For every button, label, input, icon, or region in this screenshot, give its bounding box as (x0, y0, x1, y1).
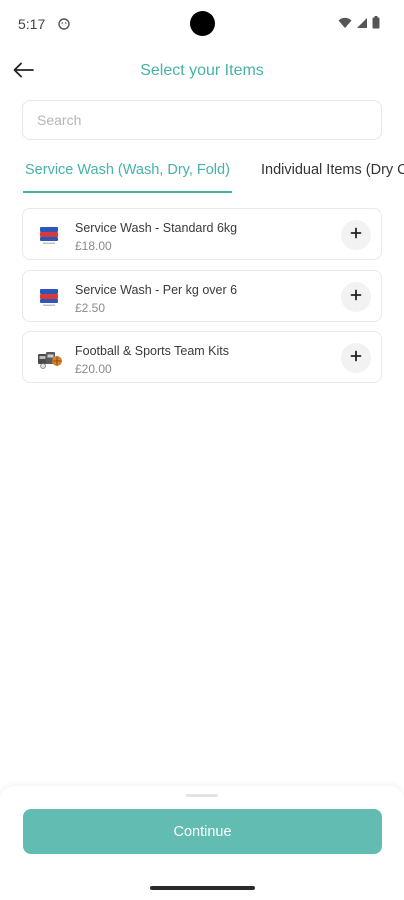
item-price: £2.50 (75, 300, 106, 315)
header: Select your Items (0, 52, 404, 92)
plus-icon (350, 349, 362, 367)
camera-cutout (190, 11, 215, 36)
face-icon (58, 17, 70, 30)
plus-icon (350, 226, 362, 244)
item-price: £20.00 (75, 362, 112, 376)
status-bar: 5:17 (0, 0, 404, 48)
signal-icon (356, 16, 368, 34)
plus-icon (350, 288, 362, 306)
tab-service-wash[interactable]: Service Wash (Wash, Dry, Fold) (25, 162, 230, 178)
bottom-panel: Continue (0, 786, 404, 900)
status-time: 5:17 (18, 16, 46, 32)
category-tabs: Service Wash (Wash, Dry, Fold) Individua… (0, 150, 404, 196)
search-input[interactable] (23, 101, 381, 139)
item-name: Service Wash - Per kg over 6 (75, 282, 238, 297)
item-price: £18.00 (75, 239, 112, 253)
wifi-icon (338, 16, 352, 34)
status-icons (338, 16, 380, 34)
search-box (22, 100, 382, 140)
active-tab-indicator (23, 191, 232, 193)
item-name: Football & Sports Team Kits (75, 344, 230, 358)
page-title: Select your Items (140, 62, 264, 79)
list-item[interactable]: Service Wash - Per kg over 6 £2.50 (22, 269, 382, 322)
home-indicator[interactable] (150, 886, 255, 890)
item-list: Service Wash - Standard 6kg £18.00 Servi… (22, 208, 382, 393)
continue-button[interactable]: Continue (23, 809, 382, 854)
list-item[interactable]: Football & Sports Team Kits £20.00 (22, 331, 382, 383)
folded-laundry-icon (37, 223, 63, 247)
battery-icon (372, 16, 380, 34)
add-item-button[interactable] (341, 220, 371, 250)
folded-laundry-icon (37, 285, 63, 309)
list-item[interactable]: Service Wash - Standard 6kg £18.00 (22, 208, 382, 260)
sports-kit-icon (37, 346, 63, 370)
add-item-button[interactable] (341, 343, 371, 373)
sheet-handle[interactable] (186, 794, 218, 797)
tab-individual-items[interactable]: Individual Items (Dry Cleaning) (261, 162, 404, 178)
add-item-button[interactable] (341, 281, 371, 312)
item-name: Service Wash - Standard 6kg (75, 221, 238, 235)
